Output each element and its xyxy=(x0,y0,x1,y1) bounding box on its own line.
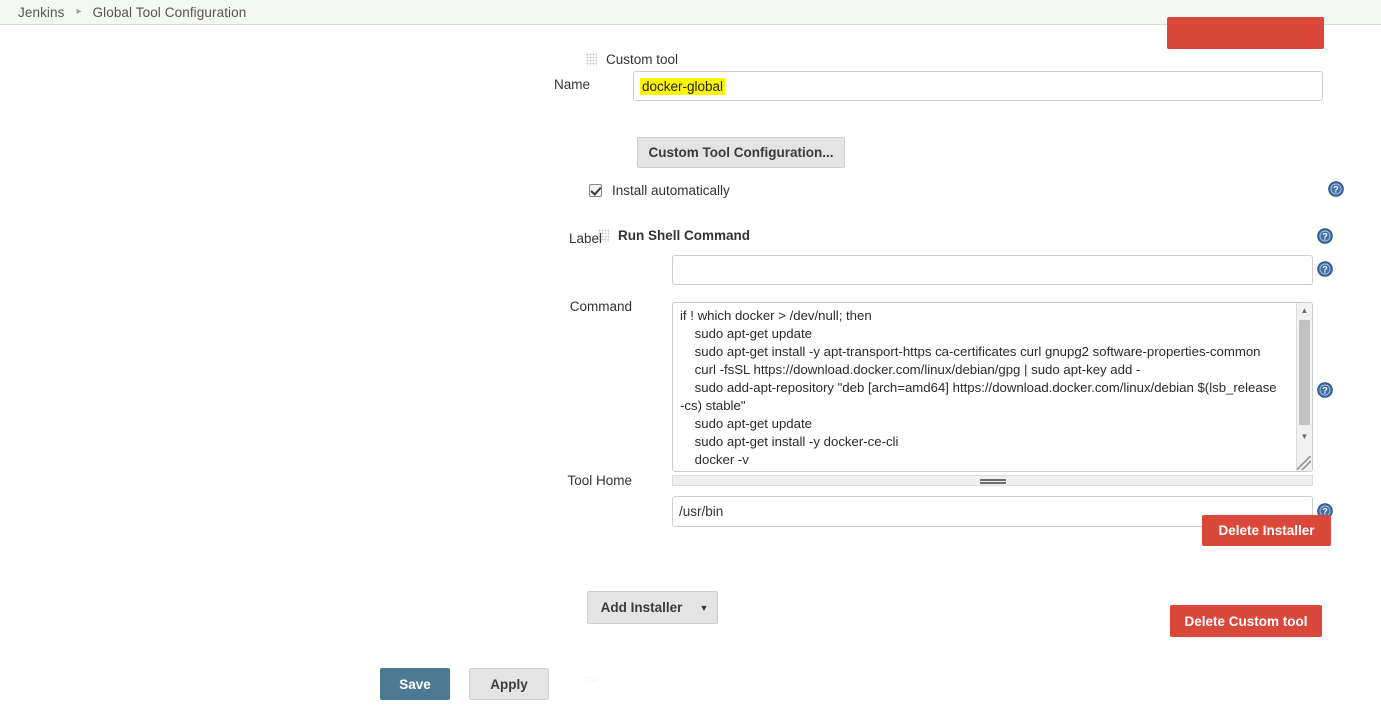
command-horizontal-drag-bar[interactable] xyxy=(672,475,1313,486)
help-icon-run-shell-command[interactable]: ? xyxy=(1317,228,1333,244)
command-textarea[interactable]: if ! which docker > /dev/null; then sudo… xyxy=(673,303,1287,471)
scroll-up-arrow-icon[interactable]: ▲ xyxy=(1297,303,1312,318)
command-textarea-vertical-scrollbar[interactable]: ▲ ▼ xyxy=(1296,303,1312,471)
chevron-down-icon[interactable]: ▼ xyxy=(691,603,717,613)
install-automatically-row[interactable]: Install automatically xyxy=(589,183,730,198)
install-automatically-label: Install automatically xyxy=(612,183,730,198)
delete-installer-button[interactable]: Delete Installer xyxy=(1202,515,1331,546)
help-icon-label[interactable]: ? xyxy=(1317,261,1333,277)
label-input[interactable] xyxy=(672,255,1313,285)
apply-button[interactable]: Apply xyxy=(469,668,549,700)
svg-text:?: ? xyxy=(1333,185,1339,195)
delete-custom-tool-button[interactable]: Delete Custom tool xyxy=(1170,605,1322,637)
textarea-resize-handle-icon[interactable] xyxy=(1297,456,1311,470)
global-tool-configuration-form: Custom tool Name docker-global Custom To… xyxy=(0,25,1381,708)
scroll-down-arrow-icon[interactable]: ▼ xyxy=(1297,429,1312,444)
custom-tool-section-label: Custom tool xyxy=(606,52,678,67)
run-shell-command-section-header: Run Shell Command xyxy=(598,228,750,243)
run-shell-command-section-label: Run Shell Command xyxy=(618,228,750,243)
svg-text:?: ? xyxy=(1322,265,1328,275)
tool-home-field-label: Tool Home xyxy=(512,473,632,488)
breadcrumb-global-tool-configuration[interactable]: Global Tool Configuration xyxy=(93,5,247,20)
drag-grip-icon xyxy=(586,676,597,683)
svg-text:?: ? xyxy=(1322,386,1328,396)
command-textarea-wrapper[interactable]: if ! which docker > /dev/null; then sudo… xyxy=(672,302,1313,472)
clipped-section-header-bottom xyxy=(586,671,646,679)
save-button[interactable]: Save xyxy=(380,668,450,700)
svg-text:?: ? xyxy=(1322,232,1328,242)
clipped-delete-button-top[interactable] xyxy=(1167,17,1324,49)
add-installer-label: Add Installer xyxy=(588,600,691,615)
name-field-label: Name xyxy=(500,77,590,92)
help-icon-install-automatically[interactable]: ? xyxy=(1328,181,1344,197)
breadcrumb-separator-icon: ▸ xyxy=(76,7,81,17)
scrollbar-thumb[interactable] xyxy=(1299,320,1310,425)
label-field-label: Label xyxy=(512,231,602,246)
add-installer-button[interactable]: Add Installer ▼ xyxy=(587,591,718,624)
install-automatically-checkbox[interactable] xyxy=(589,184,602,197)
custom-tool-section-header: Custom tool xyxy=(586,52,678,67)
name-input-value: docker-global xyxy=(640,78,725,95)
breadcrumb-jenkins[interactable]: Jenkins xyxy=(18,5,64,20)
custom-tool-configuration-button[interactable]: Custom Tool Configuration... xyxy=(637,137,845,168)
drag-handle-icon xyxy=(980,479,1006,484)
command-field-label: Command xyxy=(512,299,632,314)
name-input[interactable]: docker-global xyxy=(633,71,1323,101)
tool-home-input-value: /usr/bin xyxy=(679,504,723,519)
help-icon-command[interactable]: ? xyxy=(1317,382,1333,398)
drag-grip-icon[interactable] xyxy=(586,53,597,66)
